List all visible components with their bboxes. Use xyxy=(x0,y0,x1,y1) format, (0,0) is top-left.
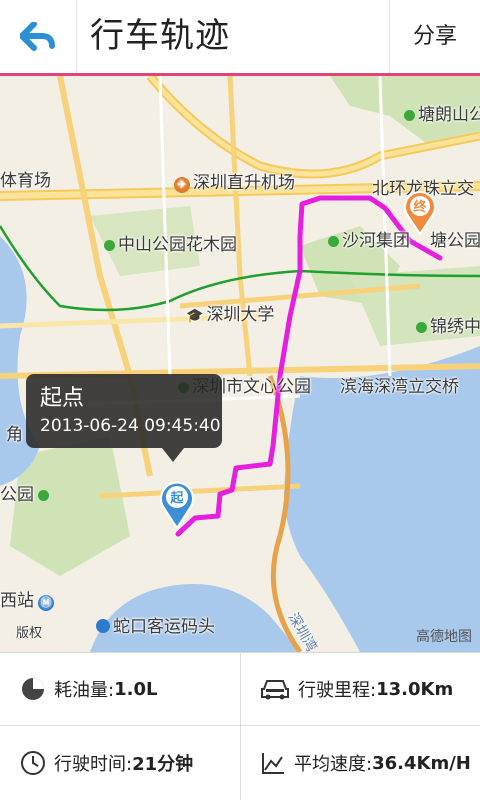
end-marker[interactable]: 终 xyxy=(402,188,438,236)
map-label-binhai: 滨海深湾立交桥 xyxy=(340,377,459,397)
pie-chart-icon xyxy=(22,678,44,700)
map-label-tanglang: 塘朗山公 xyxy=(404,100,480,125)
back-button[interactable] xyxy=(0,0,77,73)
header-bar: 行车轨迹 分享 xyxy=(0,0,480,76)
back-arrow-icon xyxy=(20,21,55,51)
map-label-jiao: 角 xyxy=(6,425,23,445)
end-marker-label: 终 xyxy=(413,200,427,215)
map-view[interactable]: 塘朗山公 体育场 ✈ 深圳直升机场 北环龙珠立交 中山公园花木园 沙河集团 塘公园… xyxy=(0,76,480,652)
stat-time: 行驶时间: 21分钟 xyxy=(0,726,240,800)
map-label-sports: 体育场 xyxy=(0,171,51,191)
stat-distance-value: 13.0Km xyxy=(376,678,454,700)
tooltip-title: 起点 xyxy=(40,386,85,411)
park-icon xyxy=(38,490,49,501)
park-icon xyxy=(104,240,115,251)
map-watermark: 高德地图 xyxy=(416,629,472,645)
map-label-gongyuan: 公园 xyxy=(0,480,52,505)
map-label-szu: 🎓 深圳大学 xyxy=(186,305,275,325)
car-icon xyxy=(261,680,289,700)
map-label-xizhan: 西站 Ⓜ xyxy=(0,586,54,611)
park-icon xyxy=(416,322,427,333)
map-label-banquan: 版权 xyxy=(16,626,43,641)
start-point-tooltip: 起点 2013-06-24 09:45:40 xyxy=(26,374,222,462)
speed-chart-icon xyxy=(262,753,284,774)
page-title: 行车轨迹 xyxy=(90,16,230,56)
map-label-jinxiu: 锦绣中 xyxy=(416,312,480,337)
map-label-shahe: 沙河集团 xyxy=(328,226,410,251)
stat-time-label: 行驶时间: xyxy=(54,754,133,775)
clock-icon xyxy=(21,751,45,775)
tooltip-time: 2013-06-24 09:45:40 xyxy=(40,416,221,436)
park-icon xyxy=(328,236,339,247)
school-icon: 🎓 xyxy=(186,308,204,324)
start-marker-label: 起 xyxy=(170,491,184,506)
map-canvas xyxy=(0,76,480,652)
stat-speed: 平均速度: 36.4Km/H xyxy=(240,726,480,800)
map-label-heliport: ✈ 深圳直升机场 xyxy=(174,168,295,193)
map-label-zhongshan: 中山公园花木园 xyxy=(104,230,237,255)
share-button[interactable]: 分享 xyxy=(389,0,480,73)
stat-time-value: 21分钟 xyxy=(132,754,194,775)
stat-distance-label: 行驶里程: xyxy=(298,680,377,701)
map-label-shekou: 蛇口客运码头 xyxy=(96,612,215,637)
metro-station-icon: Ⓜ xyxy=(38,595,54,611)
stat-distance: 行驶里程: 13.0Km xyxy=(240,652,480,726)
airport-icon: ✈ xyxy=(174,177,190,193)
ferry-icon xyxy=(96,619,110,633)
park-icon xyxy=(404,110,415,121)
stat-fuel-value: 1.0L xyxy=(114,678,158,700)
stat-fuel-label: 耗油量: xyxy=(54,680,115,701)
stat-fuel: 耗油量: 1.0L xyxy=(0,652,240,726)
stat-speed-label: 平均速度: xyxy=(294,754,373,775)
stat-speed-value: 36.4Km/H xyxy=(372,752,471,774)
start-marker[interactable]: 起 xyxy=(158,478,196,530)
